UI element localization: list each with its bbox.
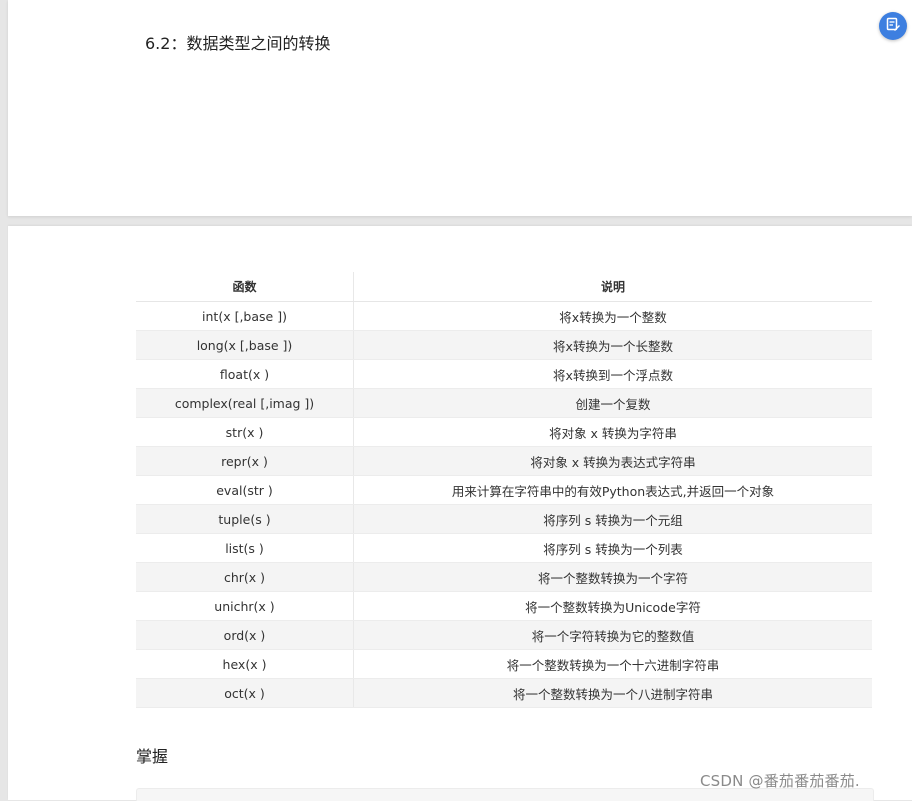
cell-function: chr(x ) — [136, 562, 354, 592]
table-row: long(x [,base ]) 将x转换为一个长整数 — [136, 330, 872, 360]
table-row: unichr(x ) 将一个整数转换为Unicode字符 — [136, 591, 872, 621]
cell-function: ord(x ) — [136, 620, 354, 650]
watermark: CSDN @番茄番茄番茄. — [700, 772, 860, 790]
table-row: chr(x ) 将一个整数转换为一个字符 — [136, 562, 872, 592]
cell-function: complex(real [,imag ]) — [136, 388, 354, 418]
floating-edit-button[interactable] — [879, 12, 907, 40]
table-header-row: 函数 说明 — [136, 272, 872, 302]
cell-description: 将一个字符转换为它的整数值 — [353, 620, 872, 650]
table-row: tuple(s ) 将序列 s 转换为一个元组 — [136, 504, 872, 534]
cell-description: 将对象 x 转换为表达式字符串 — [353, 446, 872, 476]
table-row: hex(x ) 将一个整数转换为一个十六进制字符串 — [136, 649, 872, 679]
cell-function: tuple(s ) — [136, 504, 354, 534]
cell-description: 将序列 s 转换为一个元组 — [353, 504, 872, 534]
cell-function: float(x ) — [136, 359, 354, 389]
cell-function: int(x [,base ]) — [136, 301, 354, 331]
cell-description: 将序列 s 转换为一个列表 — [353, 533, 872, 563]
table-row: eval(str ) 用来计算在字符串中的有效Python表达式,并返回一个对象 — [136, 475, 872, 505]
header-function: 函数 — [136, 272, 354, 302]
table-row: list(s ) 将序列 s 转换为一个列表 — [136, 533, 872, 563]
cell-function: long(x [,base ]) — [136, 330, 354, 360]
table-row: repr(x ) 将对象 x 转换为表达式字符串 — [136, 446, 872, 476]
cell-function: hex(x ) — [136, 649, 354, 679]
cell-description: 将x转换为一个整数 — [353, 301, 872, 331]
conversion-table: 函数 说明 int(x [,base ]) 将x转换为一个整数 long(x [,b… — [136, 272, 872, 708]
cell-description: 将对象 x 转换为字符串 — [353, 417, 872, 447]
cell-description: 将一个整数转换为一个十六进制字符串 — [353, 649, 872, 679]
cell-description: 将x转换为一个长整数 — [353, 330, 872, 360]
cell-function: str(x ) — [136, 417, 354, 447]
cell-function: unichr(x ) — [136, 591, 354, 621]
cell-description: 将一个整数转换为一个八进制字符串 — [353, 678, 872, 708]
cell-function: eval(str ) — [136, 475, 354, 505]
section-title: 6.2：数据类型之间的转换 — [145, 34, 331, 53]
table-body: int(x [,base ]) 将x转换为一个整数 long(x [,base ])… — [136, 301, 872, 708]
header-description: 说明 — [353, 272, 872, 302]
subheading: 掌握 — [136, 747, 169, 766]
cell-function: list(s ) — [136, 533, 354, 563]
table-row: str(x ) 将对象 x 转换为字符串 — [136, 417, 872, 447]
cell-description: 将一个整数转换为一个字符 — [353, 562, 872, 592]
table-row: float(x ) 将x转换到一个浮点数 — [136, 359, 872, 389]
table-row: ord(x ) 将一个字符转换为它的整数值 — [136, 620, 872, 650]
cell-description: 创建一个复数 — [353, 388, 872, 418]
cell-description: 将一个整数转换为Unicode字符 — [353, 591, 872, 621]
cell-description: 将x转换到一个浮点数 — [353, 359, 872, 389]
table-row: int(x [,base ]) 将x转换为一个整数 — [136, 301, 872, 331]
cell-function: oct(x ) — [136, 678, 354, 708]
edit-note-icon — [885, 16, 901, 36]
table-row: oct(x ) 将一个整数转换为一个八进制字符串 — [136, 678, 872, 708]
cell-description: 用来计算在字符串中的有效Python表达式,并返回一个对象 — [353, 475, 872, 505]
cell-function: repr(x ) — [136, 446, 354, 476]
table-row: complex(real [,imag ]) 创建一个复数 — [136, 388, 872, 418]
top-content-card — [8, 0, 912, 216]
